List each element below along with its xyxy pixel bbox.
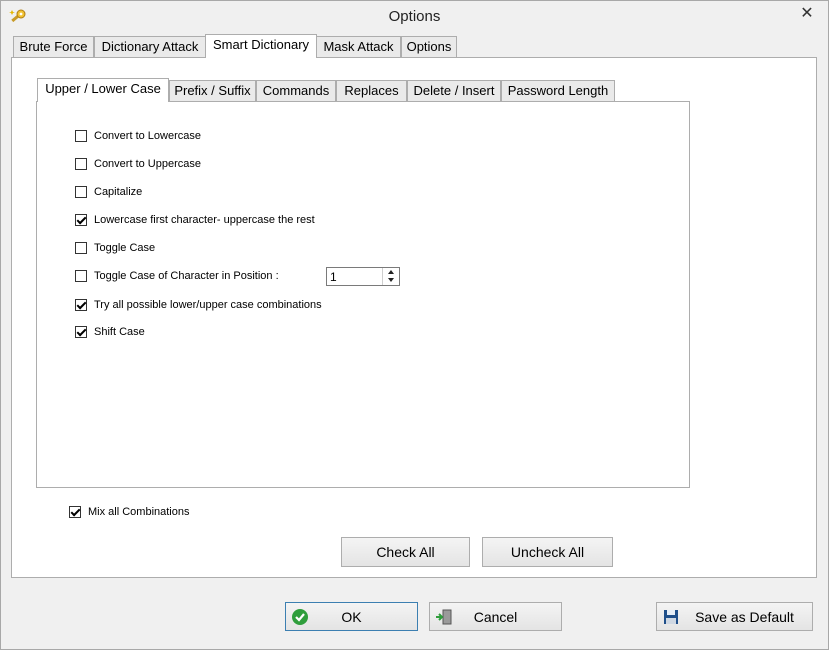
- check-all-button[interactable]: Check All: [341, 537, 470, 567]
- tab-smart-dictionary[interactable]: Smart Dictionary: [205, 34, 317, 58]
- tab-commands[interactable]: Commands: [256, 80, 336, 101]
- close-button[interactable]: ✕: [794, 5, 820, 23]
- option-convert-uppercase[interactable]: Convert to Uppercase: [75, 156, 201, 172]
- spinner-up-arrow-icon[interactable]: [383, 268, 399, 276]
- save-as-default-label: Save as Default: [695, 608, 794, 625]
- spinner-down-arrow-icon[interactable]: [383, 276, 399, 284]
- tab-replaces[interactable]: Replaces: [336, 80, 407, 101]
- tab-delete-insert[interactable]: Delete / Insert: [407, 80, 501, 101]
- options-dialog: Options ✕ Brute Force Dictionary Attack …: [0, 0, 829, 650]
- save-as-default-button[interactable]: Save as Default: [656, 602, 813, 631]
- cancel-button[interactable]: Cancel: [429, 602, 562, 631]
- try-all-combinations-checkbox[interactable]: [75, 299, 87, 311]
- option-convert-lowercase[interactable]: Convert to Lowercase: [75, 128, 201, 144]
- tab-prefix-suffix[interactable]: Prefix / Suffix: [169, 80, 256, 101]
- toggle-case-checkbox[interactable]: [75, 242, 87, 254]
- tab-brute-force[interactable]: Brute Force: [13, 36, 94, 57]
- option-label: Toggle Case: [94, 242, 156, 254]
- mix-all-label: Mix all Combinations: [88, 506, 190, 518]
- option-try-all-combinations[interactable]: Try all possible lower/upper case combin…: [75, 297, 322, 313]
- uncheck-all-label: Uncheck All: [510, 544, 585, 560]
- capitalize-checkbox[interactable]: [75, 186, 87, 198]
- position-value[interactable]: 1: [330, 270, 337, 284]
- window-title: Options: [388, 8, 441, 25]
- tab-upper-lower-case[interactable]: Upper / Lower Case: [37, 78, 169, 102]
- convert-uppercase-checkbox[interactable]: [75, 158, 87, 170]
- cancel-label: Cancel: [473, 608, 518, 625]
- option-label: Toggle Case of Character in Position :: [94, 270, 279, 282]
- toggle-case-position-checkbox[interactable]: [75, 270, 87, 282]
- option-toggle-case-position[interactable]: Toggle Case of Character in Position :: [75, 268, 279, 284]
- option-label: Convert to Uppercase: [94, 158, 201, 170]
- option-lowercase-first[interactable]: Lowercase first character- uppercase the…: [75, 212, 315, 228]
- position-spinner[interactable]: 1: [326, 267, 400, 286]
- exit-door-icon: [436, 609, 452, 625]
- tab-options[interactable]: Options: [401, 36, 457, 57]
- option-toggle-case[interactable]: Toggle Case: [75, 240, 155, 256]
- option-label: Shift Case: [94, 326, 145, 338]
- ok-button[interactable]: OK: [285, 602, 418, 631]
- option-label: Try all possible lower/upper case combin…: [94, 299, 322, 311]
- option-label: Convert to Lowercase: [94, 130, 201, 142]
- title-bar: Options ✕: [1, 1, 828, 32]
- check-all-label: Check All: [376, 544, 435, 560]
- option-capitalize[interactable]: Capitalize: [75, 184, 142, 200]
- tab-mask-attack[interactable]: Mask Attack: [316, 36, 401, 57]
- checkmark-icon: [292, 609, 308, 625]
- mix-all-checkbox[interactable]: [69, 506, 81, 518]
- option-label: Capitalize: [94, 186, 143, 198]
- option-shift-case[interactable]: Shift Case: [75, 324, 145, 340]
- option-mix-all[interactable]: Mix all Combinations: [69, 504, 189, 520]
- lowercase-first-checkbox[interactable]: [75, 214, 87, 226]
- convert-lowercase-checkbox[interactable]: [75, 130, 87, 142]
- tab-password-length[interactable]: Password Length: [501, 80, 615, 101]
- ok-label: OK: [341, 608, 362, 625]
- tab-dictionary-attack[interactable]: Dictionary Attack: [94, 36, 206, 57]
- floppy-disk-icon: [664, 610, 678, 624]
- option-label: Lowercase first character- uppercase the…: [94, 214, 315, 226]
- shift-case-checkbox[interactable]: [75, 326, 87, 338]
- uncheck-all-button[interactable]: Uncheck All: [482, 537, 613, 567]
- spinner-buttons: [382, 268, 399, 285]
